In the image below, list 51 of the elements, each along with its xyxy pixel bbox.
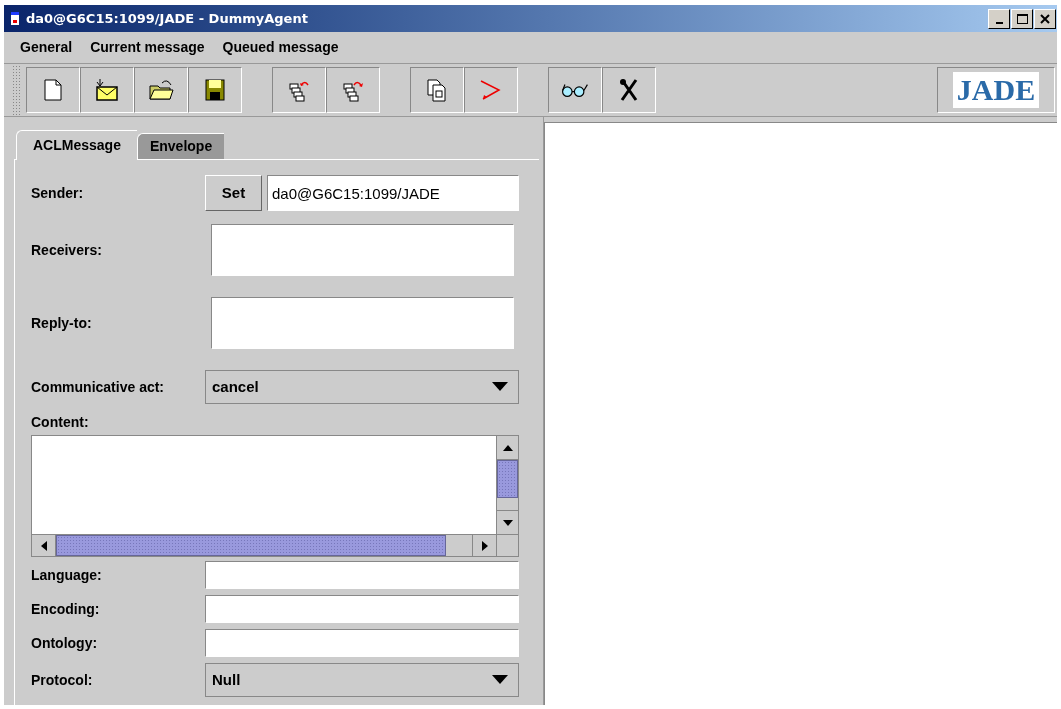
envelope-icon	[94, 77, 120, 104]
text-field[interactable]	[205, 595, 519, 623]
new-document-button[interactable]	[26, 67, 80, 114]
text-field[interactable]	[205, 629, 519, 657]
tab[interactable]: ACLMessage	[16, 130, 137, 160]
tab[interactable]: Envelope	[136, 133, 225, 159]
agent-icon	[10, 12, 20, 25]
envelope-button[interactable]	[80, 67, 134, 114]
zigzag-arrows-button[interactable]	[464, 67, 518, 114]
jade-logo: JADE	[952, 72, 1040, 109]
sender-field[interactable]: da0@G6C15:1099/JADE	[267, 175, 519, 211]
minimize-button[interactable]	[988, 8, 1010, 29]
field-label: Protocol:	[31, 670, 94, 690]
glasses-icon	[562, 83, 588, 97]
list-field[interactable]	[211, 224, 514, 276]
crossed-tools-button[interactable]	[602, 67, 656, 114]
field-label: Language:	[31, 565, 103, 585]
combo-box[interactable]: Null	[205, 663, 519, 697]
stack-redo-button[interactable]	[326, 67, 380, 114]
save-disk-button[interactable]	[188, 67, 242, 114]
field-label: Encoding:	[31, 599, 101, 619]
menu-item[interactable]: Current message	[90, 37, 205, 59]
stack-undo-button[interactable]	[272, 67, 326, 114]
close-icon	[1040, 13, 1050, 24]
field-label: Receivers:	[31, 240, 103, 260]
maximize-button[interactable]	[1011, 8, 1033, 29]
menu-item[interactable]: General	[20, 37, 73, 59]
dropdown-arrow-icon	[492, 675, 508, 685]
scroll-up-icon	[502, 444, 513, 451]
close-button[interactable]	[1034, 8, 1056, 29]
content-area[interactable]	[31, 435, 519, 557]
text-field[interactable]	[205, 561, 519, 589]
dropdown-arrow-icon	[492, 382, 508, 392]
copy-documents-button[interactable]	[410, 67, 464, 114]
glasses-button[interactable]	[548, 67, 602, 114]
field-label: Content:	[31, 413, 90, 432]
field-label: Sender:	[31, 183, 85, 203]
field-label: Communicative act:	[31, 377, 166, 397]
menu-item[interactable]: Queued message	[222, 37, 339, 59]
window-title: da0@G6C15:1099/JADE - DummyAgent	[26, 9, 308, 28]
list-field[interactable]	[211, 297, 514, 349]
scroll-left-icon	[40, 540, 47, 551]
logo-button[interactable]: JADE	[937, 67, 1055, 114]
vertical-scrollbar[interactable]	[496, 436, 518, 534]
field-label: Reply-to:	[31, 313, 93, 333]
combo-box[interactable]: cancel	[205, 370, 519, 404]
field-label: Ontology:	[31, 633, 99, 653]
scroll-right-icon	[481, 540, 488, 551]
set-button[interactable]: Set	[205, 175, 262, 211]
scroll-down-icon	[502, 519, 513, 526]
open-folder-button[interactable]	[134, 67, 188, 114]
